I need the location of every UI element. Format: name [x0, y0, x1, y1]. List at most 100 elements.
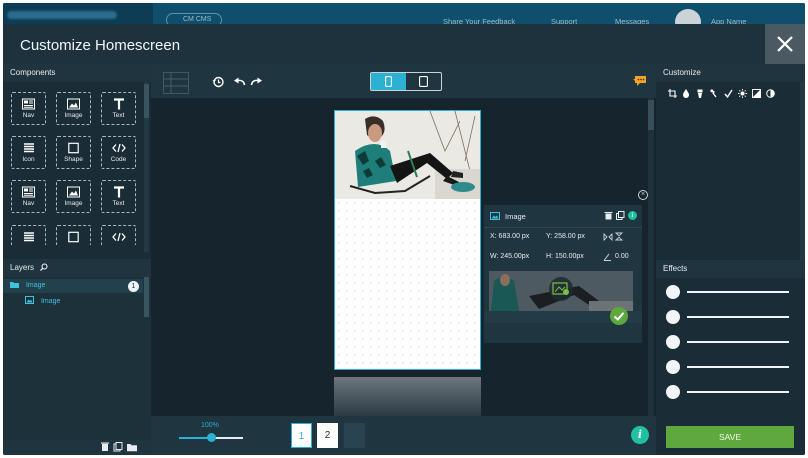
image-icon	[25, 296, 34, 304]
rotation-angle[interactable]: 0.00	[615, 253, 629, 260]
layers-scrollbar[interactable]	[144, 277, 149, 317]
phone-icon	[385, 76, 392, 87]
image-replace-thumbnail[interactable]	[489, 271, 633, 311]
size-width[interactable]: W: 245.00px	[490, 253, 529, 260]
effect-track[interactable]	[687, 291, 789, 293]
effect-knob[interactable]	[666, 360, 680, 374]
component-code[interactable]	[101, 225, 136, 245]
layer-label: Image	[25, 282, 46, 289]
next-page-preview[interactable]	[334, 377, 481, 416]
list-icon	[23, 232, 34, 242]
canvas-scroll-thumb[interactable]	[648, 100, 654, 130]
effect-slider-5[interactable]	[666, 385, 792, 399]
folder-icon[interactable]	[127, 444, 137, 452]
phone-view-button[interactable]	[371, 73, 406, 90]
undo-icon[interactable]	[233, 77, 246, 87]
crop-icon[interactable]	[667, 88, 677, 98]
component-nav[interactable]: Nav	[11, 180, 46, 213]
properties-panel: Image i X: 683.00 px Y: 258.00 px W: 245…	[484, 205, 642, 343]
brightness-icon[interactable]	[737, 88, 747, 98]
background-logo-area	[3, 3, 153, 25]
confirm-button[interactable]	[610, 307, 628, 325]
position-y[interactable]: Y: 258.00 px	[546, 233, 585, 240]
layer-item-image[interactable]: Image 1	[3, 279, 143, 293]
eyedropper-icon[interactable]	[709, 88, 719, 98]
effect-slider-2[interactable]	[666, 310, 792, 324]
flip-horizontal-icon[interactable]	[603, 233, 613, 241]
add-page-button[interactable]	[344, 423, 365, 448]
component-code[interactable]: Code	[101, 136, 136, 169]
tablet-view-button[interactable]	[406, 73, 441, 90]
chat-icon[interactable]	[632, 75, 648, 88]
page-button-2[interactable]: 2	[317, 423, 338, 448]
text-icon	[113, 98, 124, 110]
component-image[interactable]: Image	[56, 180, 91, 213]
search-icon[interactable]	[40, 263, 48, 271]
size-height[interactable]: H: 150.00px	[546, 253, 584, 260]
effect-track[interactable]	[687, 316, 789, 318]
layer-label: Image	[40, 298, 61, 305]
effect-track[interactable]	[687, 366, 789, 368]
close-icon	[777, 36, 793, 52]
redo-icon[interactable]	[250, 77, 263, 87]
nav-icon	[22, 186, 35, 198]
editor-toolbar	[151, 64, 656, 98]
close-button[interactable]	[765, 24, 805, 64]
component-nav[interactable]: Nav	[11, 92, 46, 125]
trash-icon[interactable]	[604, 211, 613, 220]
components-scrollbar[interactable]	[144, 82, 149, 252]
duplicate-icon[interactable]	[113, 442, 123, 452]
component-shape[interactable]	[56, 225, 91, 245]
selected-image-element[interactable]	[335, 111, 480, 199]
effect-slider-4[interactable]	[666, 360, 792, 374]
save-button[interactable]: SAVE	[666, 426, 794, 448]
component-text[interactable]: Text	[101, 92, 136, 125]
effect-slider-1[interactable]	[666, 285, 792, 299]
check-mark-icon[interactable]	[723, 88, 733, 98]
editor-canvas[interactable]: × Image i X: 683.00 px Y: 258.00 px W: 2…	[151, 98, 656, 416]
drop-icon[interactable]	[681, 88, 691, 98]
layer-item-image-child[interactable]: Image	[3, 295, 143, 309]
effect-knob[interactable]	[666, 310, 680, 324]
text-icon	[113, 186, 124, 198]
duplicate-icon[interactable]	[616, 211, 625, 220]
image-thumbnail	[489, 271, 633, 311]
component-image[interactable]: Image	[56, 92, 91, 125]
history-icon[interactable]	[212, 76, 224, 88]
zoom-slider[interactable]	[179, 433, 243, 442]
effect-knob[interactable]	[666, 385, 680, 399]
modal-title: Customize Homescreen	[20, 37, 181, 54]
canvas-scrollbar[interactable]	[648, 98, 654, 416]
layers-heading: Layers	[3, 259, 151, 277]
trash-icon[interactable]	[101, 442, 109, 452]
effect-slider-3[interactable]	[666, 335, 792, 349]
components-scroll-thumb[interactable]	[144, 84, 149, 118]
layers-list: Image 1 Image	[3, 277, 151, 440]
contrast-icon[interactable]	[765, 88, 775, 98]
help-info-button[interactable]: i	[631, 426, 649, 444]
info-icon[interactable]: i	[628, 211, 637, 220]
component-text[interactable]: Text	[101, 180, 136, 213]
image-adjust-icon[interactable]	[751, 88, 761, 98]
component-label: Nav	[22, 112, 35, 119]
paint-icon[interactable]	[695, 88, 705, 98]
effect-knob[interactable]	[666, 285, 680, 299]
right-panel: Customize Effects SAVE	[656, 64, 805, 455]
properties-close-icon[interactable]: ×	[638, 190, 648, 200]
customize-scrollbar[interactable]	[800, 82, 805, 260]
effect-track[interactable]	[687, 341, 789, 343]
component-shape[interactable]: Shape	[56, 136, 91, 169]
effect-knob[interactable]	[666, 335, 680, 349]
zoom-level: 100%	[201, 422, 219, 429]
zoom-slider-knob[interactable]	[206, 433, 216, 442]
component-label: Nav	[22, 200, 35, 207]
layout-toggle-icon[interactable]	[163, 72, 189, 94]
component-icon[interactable]	[11, 225, 46, 245]
position-x[interactable]: X: 683.00 px	[490, 233, 529, 240]
phone-screen-preview[interactable]	[334, 110, 481, 370]
effect-track[interactable]	[687, 391, 789, 393]
component-icon[interactable]: Icon	[11, 136, 46, 169]
check-icon	[613, 312, 625, 321]
page-button-1[interactable]: 1	[291, 423, 312, 448]
flip-vertical-icon[interactable]	[615, 232, 623, 241]
